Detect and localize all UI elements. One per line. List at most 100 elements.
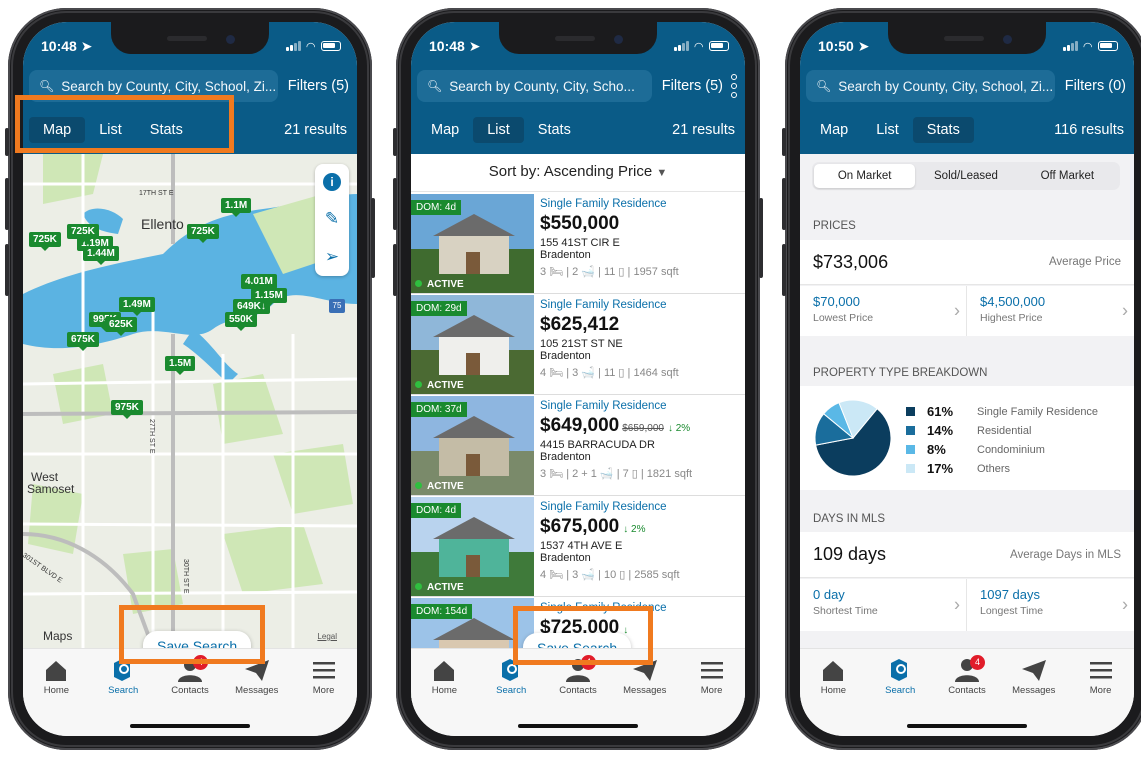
search-house-icon bbox=[885, 657, 915, 683]
more-options-icon[interactable] bbox=[731, 74, 737, 98]
listing-specs: 4 🛏 | 3 🛁 | 10 ▯ | 2585 sqft bbox=[540, 569, 680, 581]
filters-button[interactable]: Filters (5) bbox=[278, 78, 349, 94]
results-count: 116 results bbox=[1054, 122, 1124, 138]
search-icon: 🔍︎ bbox=[816, 79, 832, 93]
price-pin[interactable]: 725K bbox=[67, 224, 99, 239]
listing-photo[interactable]: DOM: 37d ACTIVE bbox=[411, 396, 534, 495]
clock: 10:50 bbox=[818, 37, 854, 54]
listing-card[interactable]: DOM: 29d ACTIVE Single Family Residence $62… bbox=[411, 295, 745, 395]
price-pin[interactable]: 1.49M bbox=[119, 297, 155, 312]
search-icon: 🔍︎ bbox=[427, 79, 443, 93]
tab-more[interactable]: More bbox=[1071, 657, 1131, 736]
lowest-price-caption: Lowest Price bbox=[813, 312, 874, 324]
listing-photo[interactable]: DOM: 29d ACTIVE bbox=[411, 295, 534, 394]
listing-photo[interactable]: DOM: 4d ACTIVE bbox=[411, 194, 534, 293]
sort-dropdown[interactable]: Sort by: Ascending Price ▼ bbox=[411, 154, 745, 192]
legend-percent: 17% bbox=[927, 461, 954, 476]
status-badge: ACTIVE bbox=[415, 481, 464, 492]
price-pin[interactable]: 625K bbox=[105, 317, 137, 332]
price-pin[interactable]: 4.01M bbox=[241, 274, 277, 289]
side-button bbox=[393, 244, 397, 296]
price-change: ↓ 2% bbox=[667, 423, 691, 434]
section-heading-days: DAYS IN MLS bbox=[813, 513, 885, 525]
home-icon bbox=[41, 657, 71, 683]
price-pin[interactable]: 975K bbox=[111, 400, 143, 415]
segment-on-market[interactable]: On Market bbox=[814, 164, 916, 188]
dom-badge: DOM: 154d bbox=[411, 604, 473, 619]
side-button bbox=[782, 128, 786, 156]
price-range-row: $70,000 Lowest Price › $4,500,000 Highes… bbox=[800, 286, 1134, 336]
section-heading-prices: PRICES bbox=[813, 220, 856, 232]
tab-home[interactable]: Home bbox=[803, 657, 863, 736]
search-input[interactable]: 🔍︎ Search by County, City, Scho... bbox=[417, 70, 652, 102]
average-price-value: $733,006 bbox=[813, 251, 889, 272]
tab-stats[interactable]: Stats bbox=[912, 117, 974, 143]
dom-badge: DOM: 4d bbox=[411, 503, 462, 518]
average-days-caption: Average Days in MLS bbox=[1009, 548, 1121, 561]
legend-item: 17% Others bbox=[906, 459, 1098, 478]
shortest-time-cell[interactable]: 0 day Shortest Time › bbox=[800, 579, 967, 631]
navigation-arrow-icon[interactable]: ➢ bbox=[325, 247, 339, 267]
tab-map[interactable]: Map bbox=[417, 117, 473, 143]
listing-card[interactable]: DOM: 4d ACTIVE Single Family Residence $550… bbox=[411, 194, 745, 294]
tab-more[interactable]: More bbox=[682, 657, 742, 736]
filters-button[interactable]: Filters (5) bbox=[652, 78, 723, 94]
lowest-price-cell[interactable]: $70,000 Lowest Price › bbox=[800, 286, 967, 336]
listing-price: $675,000 ↓ 2% bbox=[540, 516, 646, 537]
search-input[interactable]: 🔍︎ Search by County, City, School, Zi... bbox=[806, 70, 1055, 102]
battery-icon bbox=[709, 41, 729, 51]
place-label: Ellento bbox=[141, 216, 184, 232]
info-icon[interactable]: i bbox=[323, 173, 341, 191]
tab-list[interactable]: List bbox=[473, 117, 524, 143]
legend-label: Residential bbox=[977, 424, 1032, 437]
chevron-right-icon: › bbox=[954, 300, 960, 321]
tab-home[interactable]: Home bbox=[414, 657, 474, 736]
wifi-icon: ◠ bbox=[1083, 40, 1092, 53]
battery-icon bbox=[1098, 41, 1118, 51]
listing-city: Bradenton bbox=[540, 552, 591, 564]
legend-swatch bbox=[906, 445, 915, 454]
side-button bbox=[759, 198, 763, 278]
price-change: ↓ 2% bbox=[623, 524, 646, 535]
price-pin[interactable]: 675K bbox=[67, 332, 99, 347]
search-placeholder: Search by County, City, School, Zi... bbox=[838, 78, 1054, 94]
map-controls: i ✎ ➢ bbox=[315, 164, 349, 276]
clock: 10:48 bbox=[429, 37, 465, 54]
lowest-price-value: $70,000 bbox=[813, 294, 860, 309]
price-pin[interactable]: 725K bbox=[187, 224, 219, 239]
filters-button[interactable]: Filters (0) bbox=[1055, 78, 1126, 94]
tab-home[interactable]: Home bbox=[26, 657, 86, 736]
map-view[interactable]: 17TH ST E Ellento West Samoset 27TH ST E… bbox=[23, 154, 357, 648]
search-placeholder: Search by County, City, Scho... bbox=[449, 78, 635, 94]
listing-specs: 3 🛏 | 2 + 1 🛁 | 7 ▯ | 1821 sqft bbox=[540, 468, 693, 480]
segment-off-market[interactable]: Off Market bbox=[1017, 164, 1118, 188]
price-pin[interactable]: 1.44M bbox=[83, 246, 119, 261]
notch bbox=[499, 22, 657, 54]
dom-badge: DOM: 4d bbox=[411, 200, 462, 215]
side-button bbox=[393, 128, 397, 156]
price-pin[interactable]: 1.1M bbox=[221, 198, 252, 213]
shortest-time-caption: Shortest Time bbox=[813, 605, 878, 617]
home-icon bbox=[818, 657, 848, 683]
listing-address: 155 41ST CIR E bbox=[540, 237, 620, 249]
sort-label: Sort by: Ascending Price bbox=[488, 163, 653, 180]
menu-icon bbox=[309, 657, 339, 683]
highway-shield: 75 bbox=[329, 299, 345, 313]
tab-map[interactable]: Map bbox=[806, 117, 862, 143]
tab-stats[interactable]: Stats bbox=[524, 117, 585, 143]
listing-photo[interactable]: DOM: 4d ACTIVE bbox=[411, 497, 534, 596]
highest-price-cell[interactable]: $4,500,000 Highest Price › bbox=[967, 286, 1134, 336]
longest-time-cell[interactable]: 1097 days Longest Time › bbox=[967, 579, 1134, 631]
tab-more[interactable]: More bbox=[294, 657, 354, 736]
price-pin[interactable]: 1.5M bbox=[165, 356, 196, 371]
price-pin[interactable]: 725K bbox=[29, 232, 61, 247]
listing-card[interactable]: DOM: 4d ACTIVE Single Family Residence $675… bbox=[411, 497, 745, 597]
segment-sold-leased[interactable]: Sold/Leased bbox=[915, 164, 1016, 188]
listing-card[interactable]: DOM: 37d ACTIVE Single Family Residence $64… bbox=[411, 396, 745, 496]
legal-link[interactable]: Legal bbox=[317, 632, 337, 641]
home-indicator bbox=[518, 724, 638, 728]
results-count: 21 results bbox=[672, 122, 735, 138]
price-pin[interactable]: 550K bbox=[225, 312, 257, 327]
tab-list[interactable]: List bbox=[862, 117, 913, 143]
pencil-icon[interactable]: ✎ bbox=[325, 209, 339, 229]
